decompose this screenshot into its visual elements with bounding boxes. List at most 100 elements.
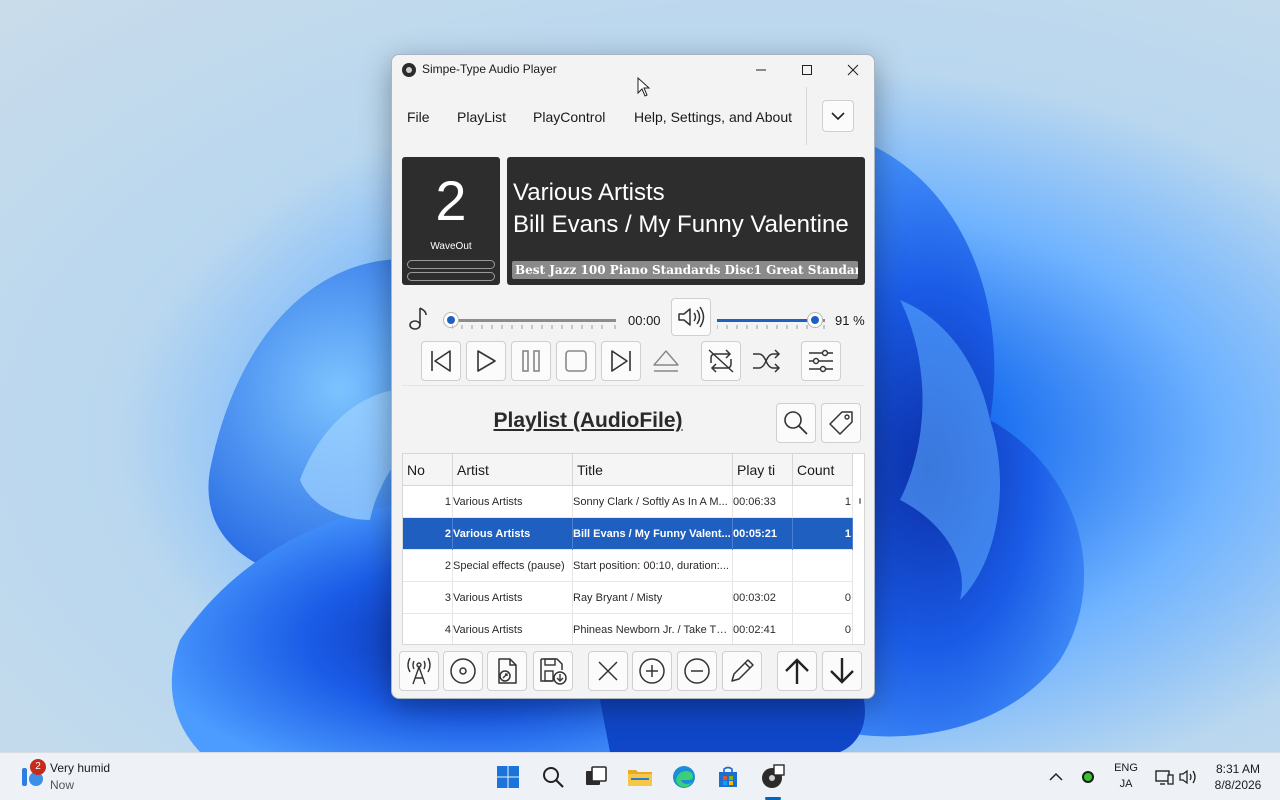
pencil-icon bbox=[731, 659, 754, 682]
now-playing-panel: Various Artists Bill Evans / My Funny Va… bbox=[507, 157, 865, 285]
menu-separator bbox=[806, 87, 807, 145]
table-scrollbar-thumb[interactable] bbox=[859, 498, 861, 504]
cell-count: 0 bbox=[793, 614, 853, 644]
close-icon bbox=[847, 64, 859, 76]
minimize-icon bbox=[756, 69, 766, 71]
stop-button[interactable] bbox=[556, 341, 596, 381]
column-artist[interactable]: Artist bbox=[453, 454, 573, 486]
language-indicator-top[interactable]: ENG bbox=[1108, 762, 1144, 774]
taskbar: 2 Very humid Now ENG JA 8:31 AM 8/8/2026 bbox=[0, 752, 1280, 800]
search-icon bbox=[784, 411, 808, 435]
mute-button[interactable] bbox=[671, 298, 711, 336]
table-row-selected[interactable]: 2 Various Artists Bill Evans / My Funny … bbox=[403, 518, 853, 550]
eject-button[interactable] bbox=[646, 341, 686, 381]
status-tray-icon[interactable] bbox=[1072, 761, 1104, 793]
seek-ticks bbox=[452, 325, 616, 329]
close-icon bbox=[598, 661, 618, 681]
tag-icon bbox=[829, 411, 853, 435]
pause-button[interactable] bbox=[511, 341, 551, 381]
add-item-button[interactable] bbox=[632, 651, 672, 691]
cell-title: Ray Bryant / Misty bbox=[573, 582, 733, 614]
seek-slider[interactable] bbox=[452, 319, 616, 322]
previous-track-button[interactable] bbox=[421, 341, 461, 381]
cell-play-time: 00:05:21 bbox=[733, 518, 793, 550]
table-row[interactable]: 1 Various Artists Sonny Clark / Softly A… bbox=[403, 486, 853, 518]
minus-circle-icon bbox=[684, 658, 710, 684]
stream-button[interactable] bbox=[399, 651, 439, 691]
weather-text: Very humid bbox=[50, 761, 111, 775]
title-bar[interactable]: Simpe-Type Audio Player bbox=[392, 55, 874, 85]
skip-previous-icon bbox=[431, 350, 451, 372]
edge-browser-button[interactable] bbox=[668, 761, 700, 793]
table-scrollbar[interactable] bbox=[855, 486, 864, 644]
add-cd-button[interactable] bbox=[443, 651, 483, 691]
skip-next-icon bbox=[611, 350, 631, 372]
equalizer-settings-button[interactable] bbox=[801, 341, 841, 381]
speaker-icon bbox=[1179, 769, 1196, 785]
search-button[interactable] bbox=[776, 403, 816, 443]
language-indicator-bottom[interactable]: JA bbox=[1108, 778, 1144, 790]
audio-player-taskbar-button[interactable] bbox=[757, 761, 789, 793]
store-button[interactable] bbox=[712, 761, 744, 793]
search-taskbar-button[interactable] bbox=[537, 761, 569, 793]
file-explorer-button[interactable] bbox=[624, 761, 656, 793]
column-count[interactable]: Count bbox=[793, 454, 853, 486]
clear-button[interactable] bbox=[588, 651, 628, 691]
column-play-time[interactable]: Play ti bbox=[733, 454, 793, 486]
cell-count: 0 bbox=[793, 582, 853, 614]
remove-item-button[interactable] bbox=[677, 651, 717, 691]
move-up-button[interactable] bbox=[777, 651, 817, 691]
notification-badge: 2 bbox=[30, 759, 46, 775]
table-header: No Artist Title Play ti Count bbox=[403, 454, 853, 486]
save-playlist-button[interactable] bbox=[533, 651, 573, 691]
volume-percent: 91 % bbox=[835, 313, 865, 328]
elapsed-time: 00:00 bbox=[628, 313, 661, 328]
cell-no: 2 bbox=[403, 518, 453, 550]
tag-button[interactable] bbox=[821, 403, 861, 443]
minimize-button[interactable] bbox=[738, 55, 784, 85]
repeat-button[interactable] bbox=[701, 341, 741, 381]
cell-artist: Various Artists bbox=[453, 582, 573, 614]
cell-play-time bbox=[733, 550, 793, 582]
open-file-button[interactable] bbox=[487, 651, 527, 691]
cell-count: 1 bbox=[793, 518, 853, 550]
network-icon bbox=[1155, 770, 1174, 785]
table-row[interactable]: 3 Various Artists Ray Bryant / Misty 00:… bbox=[403, 582, 853, 614]
cell-play-time: 00:06:33 bbox=[733, 486, 793, 518]
show-hidden-icons-button[interactable] bbox=[1040, 761, 1072, 793]
table-row[interactable]: 4 Various Artists Phineas Newborn Jr. / … bbox=[403, 614, 853, 644]
column-no[interactable]: No bbox=[403, 454, 453, 486]
menu-help-settings-about[interactable]: Help, Settings, and About bbox=[634, 109, 792, 125]
cell-no: 3 bbox=[403, 582, 453, 614]
clock-time[interactable]: 8:31 AM bbox=[1206, 762, 1270, 776]
move-down-button[interactable] bbox=[822, 651, 862, 691]
task-view-icon bbox=[586, 766, 607, 785]
edit-item-button[interactable] bbox=[722, 651, 762, 691]
next-track-button[interactable] bbox=[601, 341, 641, 381]
task-view-button[interactable] bbox=[580, 761, 612, 793]
maximize-button[interactable] bbox=[784, 55, 830, 85]
weather-subtext: Now bbox=[50, 778, 75, 792]
menu-playcontrol[interactable]: PlayControl bbox=[533, 109, 605, 125]
menu-playlist[interactable]: PlayList bbox=[457, 109, 506, 125]
table-row[interactable]: 2 Special effects (pause) Start position… bbox=[403, 550, 853, 582]
shuffle-button[interactable] bbox=[746, 341, 786, 381]
menu-more-button[interactable] bbox=[822, 100, 854, 132]
menu-file[interactable]: File bbox=[407, 109, 430, 125]
start-button[interactable] bbox=[492, 761, 524, 793]
play-button[interactable] bbox=[466, 341, 506, 381]
track-number-panel: 2 WaveOut bbox=[402, 157, 500, 285]
column-title[interactable]: Title bbox=[573, 454, 733, 486]
volume-ticks bbox=[717, 325, 825, 329]
edge-icon bbox=[673, 766, 695, 788]
audio-player-window: Simpe-Type Audio Player File PlayList Pl… bbox=[391, 54, 875, 699]
green-status-icon bbox=[1082, 771, 1094, 783]
playlist-title: Playlist (AudioFile) bbox=[493, 409, 683, 432]
close-button[interactable] bbox=[830, 55, 874, 85]
volume-tray-icon[interactable] bbox=[1172, 761, 1204, 793]
clock-date[interactable]: 8/8/2026 bbox=[1206, 778, 1270, 792]
mouse-cursor-icon bbox=[637, 77, 651, 97]
cell-artist: Various Artists bbox=[453, 486, 573, 518]
cell-no: 2 bbox=[403, 550, 453, 582]
disc-icon bbox=[450, 658, 476, 684]
